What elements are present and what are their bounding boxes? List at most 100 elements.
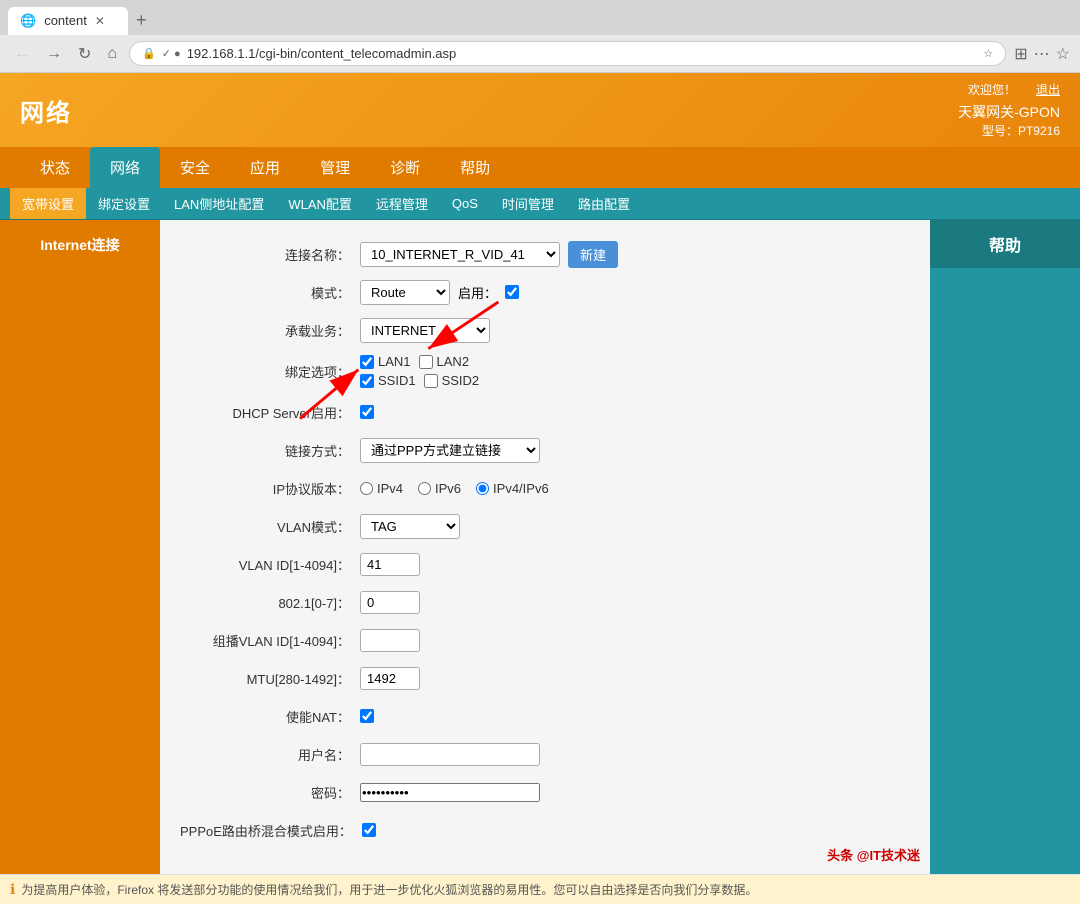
nat-group: 使能NAT： [180,702,910,730]
ip-version-group: IP协议版本： IPv4 IPv6 IPv4/IPv6 [180,474,910,502]
forward-btn[interactable]: → [42,43,66,65]
mtu-control [360,667,420,690]
ssid1-checkbox[interactable] [360,374,374,388]
tab-favicon: 🌐 [20,13,36,29]
link-group: 链接方式： 通过PPP方式建立链接 通过DHCP方式建立链接 静态IP [180,436,910,464]
service-label: 承载业务： [180,321,360,340]
browser-actions: ⊞ ⋯ ☆ [1014,44,1070,64]
password-label: 密码： [180,783,360,802]
extensions-btn[interactable]: ⊞ [1014,44,1027,64]
bind-row-1: LAN1 LAN2 [360,354,479,369]
subnav-wlan[interactable]: WLAN配置 [276,188,364,219]
verified-icon: ✓ ● [162,47,181,60]
connection-name-select[interactable]: 10_INTERNET_R_VID_41 [360,242,560,267]
mtu-label: MTU[280-1492]： [180,669,360,688]
ssid1-label: SSID1 [378,373,416,388]
dhcp-checkbox[interactable] [360,405,374,419]
back-btn[interactable]: ← [10,43,34,65]
mode-select[interactable]: Route Bridge [360,280,450,305]
subnav-qos[interactable]: QoS [440,190,490,217]
bottom-bar: ℹ 为提高用户体验，Firefox 将发送部分功能的使用情况给我们，用于进一步优… [0,874,1080,904]
mode-group: 模式： Route Bridge 启用： [180,278,910,306]
s802-control [360,591,420,614]
bookmark-btn[interactable]: ☆ [1056,44,1070,64]
url-box[interactable]: 🔒 ✓ ● 192.168.1.1/cgi-bin/content_teleco… [129,41,1006,66]
router-brand: 网络 [20,93,72,128]
ssid2-checkbox[interactable] [424,374,438,388]
pppoe-group: PPPoE路由桥混合模式启用： [180,816,910,844]
address-bar: ← → ↻ ⌂ 🔒 ✓ ● 192.168.1.1/cgi-bin/conten… [0,35,1080,72]
password-control [360,783,540,802]
connection-name-control: 10_INTERNET_R_VID_41 新建 [360,241,618,268]
bottom-bar-text: 为提高用户体验，Firefox 将发送部分功能的使用情况给我们，用于进一步优化火… [21,881,757,898]
vlan-mode-select[interactable]: TAG UNTAG [360,514,460,539]
group-vlan-control [360,629,420,652]
nav-network[interactable]: 网络 [90,147,160,188]
link-select[interactable]: 通过PPP方式建立链接 通过DHCP方式建立链接 静态IP [360,438,540,463]
subnav-route[interactable]: 路由配置 [566,188,642,219]
enable-checkbox[interactable] [505,285,519,299]
vlan-id-control [360,553,420,576]
logout-btn[interactable]: 退出 [1036,81,1060,98]
page-wrapper: 网络 欢迎您！ 退出 天翼网关-GPON 型号：PT9216 状态 网络 安全 … [0,73,1080,874]
help-title: 帮助 [930,220,1080,268]
star-icon[interactable]: ☆ [983,47,993,60]
subnav-time[interactable]: 时间管理 [490,188,566,219]
service-control: INTERNET TR069 VOICE [360,318,490,343]
mtu-input[interactable] [360,667,420,690]
active-tab[interactable]: 🌐 content ✕ [8,7,128,35]
s802-group: 802.1[0-7]： [180,588,910,616]
lan1-label: LAN1 [378,354,411,369]
vlan-id-input[interactable] [360,553,420,576]
sub-nav: 宽带设置 绑定设置 LAN侧地址配置 WLAN配置 远程管理 QoS 时间管理 … [0,188,1080,220]
main-form: 连接名称： 10_INTERNET_R_VID_41 新建 模式： Route [160,220,930,874]
ip-version-label: IP协议版本： [180,479,360,498]
ipv6-radio[interactable] [418,482,431,495]
browser-chrome: 🌐 content ✕ + ← → ↻ ⌂ 🔒 ✓ ● 192.168.1.1/… [0,0,1080,73]
ipv6-label: IPv6 [435,481,461,496]
bind-ssid1: SSID1 [360,373,416,388]
model-label: 型号：PT9216 [958,122,1060,139]
pppoe-checkbox[interactable] [362,823,376,837]
ipv4ipv6-radio[interactable] [476,482,489,495]
lock-icon: 🔒 [142,47,156,60]
group-vlan-input[interactable] [360,629,420,652]
lan2-label: LAN2 [437,354,470,369]
username-input[interactable] [360,743,540,766]
subnav-bind[interactable]: 绑定设置 [86,188,162,219]
nav-apps[interactable]: 应用 [230,147,300,188]
ipv6-option: IPv6 [418,481,461,496]
bind-lan2: LAN2 [419,354,470,369]
refresh-btn[interactable]: ↻ [74,42,95,66]
bind-ssid2: SSID2 [424,373,480,388]
nat-checkbox[interactable] [360,709,374,723]
menu-btn[interactable]: ⋯ [1034,44,1050,64]
nav-status[interactable]: 状态 [20,147,90,188]
nav-security[interactable]: 安全 [160,147,230,188]
nav-help[interactable]: 帮助 [440,147,510,188]
tab-bar: 🌐 content ✕ + [0,0,1080,35]
lan2-checkbox[interactable] [419,355,433,369]
ssid2-label: SSID2 [442,373,480,388]
password-input[interactable] [360,783,540,802]
s802-input[interactable] [360,591,420,614]
password-group: 密码： [180,778,910,806]
ipv4ipv6-option: IPv4/IPv6 [476,481,549,496]
vlan-mode-label: VLAN模式： [180,517,360,536]
new-btn[interactable]: 新建 [568,241,618,268]
ipv4-radio[interactable] [360,482,373,495]
lan1-checkbox[interactable] [360,355,374,369]
subnav-lan[interactable]: LAN侧地址配置 [162,188,276,219]
ipv4-label: IPv4 [377,481,403,496]
nav-diagnose[interactable]: 诊断 [370,147,440,188]
mode-control: Route Bridge 启用： [360,280,519,305]
subnav-broadband[interactable]: 宽带设置 [10,188,86,219]
nav-manage[interactable]: 管理 [300,147,370,188]
main-nav: 状态 网络 安全 应用 管理 诊断 帮助 [0,147,1080,188]
bind-lan1: LAN1 [360,354,411,369]
home-btn[interactable]: ⌂ [103,43,121,65]
tab-close-btn[interactable]: ✕ [95,14,105,28]
new-tab-btn[interactable]: + [128,6,155,35]
service-select[interactable]: INTERNET TR069 VOICE [360,318,490,343]
subnav-remote[interactable]: 远程管理 [364,188,440,219]
